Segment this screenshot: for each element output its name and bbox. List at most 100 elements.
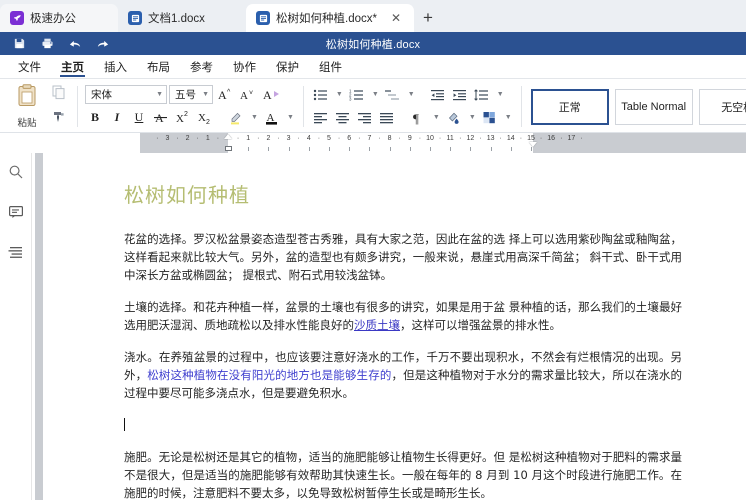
paragraph-group: ▼ 123 ▼ ▼ ▼ ¶ ▼ ▼ ▼ bbox=[307, 81, 518, 132]
show-marks-control[interactable]: ¶ ▼ bbox=[408, 108, 442, 127]
ruler-bottom-tick bbox=[409, 147, 411, 151]
multilevel-list-control[interactable]: ▼ bbox=[383, 85, 417, 104]
bullets-control[interactable]: ▼ bbox=[311, 85, 345, 104]
menu-item-protect[interactable]: 保护 bbox=[266, 55, 309, 78]
bold-button[interactable]: B bbox=[85, 108, 105, 127]
caret-paragraph[interactable] bbox=[124, 416, 682, 434]
chevron-down-icon[interactable]: ▼ bbox=[503, 114, 514, 121]
vertical-ruler[interactable] bbox=[32, 153, 46, 500]
highlight-color-control[interactable]: ▼ bbox=[226, 108, 260, 127]
svg-text:˅: ˅ bbox=[249, 90, 253, 97]
svg-text:3: 3 bbox=[349, 96, 352, 101]
font-size-combo[interactable]: 五号 ▼ bbox=[169, 85, 213, 104]
font-name-combo[interactable]: 宋体 ▼ bbox=[85, 85, 167, 104]
menu-item-layout[interactable]: 布局 bbox=[137, 55, 180, 78]
chevron-down-icon[interactable]: ▼ bbox=[285, 114, 296, 121]
menu-item-components[interactable]: 组件 bbox=[309, 55, 352, 78]
ruler-tick-label: 4 bbox=[306, 135, 311, 142]
ruler-bottom-tick bbox=[349, 147, 351, 151]
clear-formatting-button[interactable]: A bbox=[259, 85, 285, 104]
sidebar-item-search[interactable] bbox=[5, 163, 27, 185]
ruler-minor-tick: · bbox=[519, 135, 523, 142]
paste-button[interactable]: 粘贴 bbox=[8, 81, 46, 129]
paragraph-4[interactable]: 施肥。无论是松树还是其它的植物，适当的施肥能够让植物生长得更好。但 是松树这种植… bbox=[124, 448, 682, 500]
paste-label: 粘贴 bbox=[17, 118, 37, 129]
subscript-button[interactable]: X2 bbox=[195, 108, 215, 127]
paragraph-1[interactable]: 花盆的选择。罗汉松盆景姿态造型苍古秀雅，具有大家之范，因此在盆的选 择上可以选用… bbox=[124, 230, 682, 284]
ruler-tick-label: 8 bbox=[387, 135, 392, 142]
pilcrow-icon: ¶ bbox=[408, 108, 428, 127]
horizontal-ruler-row: 3 2 1 1 2 3 4 5 6 7 8 9 10 11 12 13 14 15 16 17 · · · · · · · · · · · ·… bbox=[0, 133, 746, 153]
menu-item-home[interactable]: 主页 bbox=[51, 55, 94, 78]
font-color-control[interactable]: A ▼ bbox=[262, 108, 296, 127]
text-cursor bbox=[124, 418, 125, 431]
menu-item-insert[interactable]: 插入 bbox=[94, 55, 137, 78]
horizontal-ruler[interactable]: 3 2 1 1 2 3 4 5 6 7 8 9 10 11 12 13 14 15 16 17 · · · · · · · · · · · ·… bbox=[140, 133, 746, 153]
document-page[interactable]: 松树如何种植 花盆的选择。罗汉松盆景姿态造型苍古秀雅，具有大家之范，因此在盆的选… bbox=[46, 153, 746, 500]
left-indent-marker[interactable] bbox=[224, 146, 232, 151]
style-table-normal[interactable]: Table Normal bbox=[614, 88, 693, 125]
right-indent-marker[interactable] bbox=[529, 142, 538, 147]
paragraph-2[interactable]: 土壤的选择。和花卉种植一样，盆景的土壤也有很多的讲究，如果是用于盆 景种植的话，… bbox=[124, 298, 682, 334]
tab-document-1[interactable]: 文档1.docx bbox=[118, 4, 246, 32]
increase-indent-button[interactable] bbox=[450, 85, 470, 104]
underline-button[interactable]: U bbox=[129, 108, 149, 127]
tab-document-active[interactable]: 松树如何种植.docx* ✕ bbox=[246, 4, 414, 32]
decrease-indent-button[interactable] bbox=[428, 85, 448, 104]
paragraph-3[interactable]: 浇水。在养殖盆景的过程中，也应该要注意好浇水的工作，千万不要出现积水，不然会有烂… bbox=[124, 348, 682, 402]
superscript-button[interactable]: X2 bbox=[173, 108, 193, 127]
chevron-down-icon[interactable]: ▼ bbox=[467, 114, 478, 121]
ruler-minor-tick: · bbox=[156, 135, 159, 142]
chevron-down-icon[interactable]: ▼ bbox=[495, 91, 506, 98]
line-spacing-icon bbox=[472, 85, 492, 104]
style-normal[interactable]: 正常 bbox=[530, 88, 609, 125]
save-button[interactable] bbox=[6, 33, 32, 54]
format-painter-button[interactable] bbox=[48, 109, 70, 129]
ribbon-toolbar: 粘贴 宋体 ▼ 五号 ▼ A ^ A ˅ A B I U A X 2 X 2 ▼… bbox=[0, 79, 746, 133]
italic-button[interactable]: I bbox=[107, 108, 127, 127]
text-run: ，这样可以增强盆景的排水性。 bbox=[400, 318, 561, 332]
undo-button[interactable] bbox=[62, 33, 88, 54]
tab-label: 文档1.docx bbox=[148, 13, 205, 25]
borders-control[interactable]: ▼ bbox=[480, 108, 514, 127]
menu-item-file[interactable]: 文件 bbox=[8, 55, 51, 78]
ruler-bottom-tick bbox=[450, 147, 452, 151]
style-no-spacing[interactable]: 无空格 bbox=[698, 88, 746, 125]
align-justify-button[interactable] bbox=[377, 108, 397, 127]
redo-button[interactable] bbox=[90, 33, 116, 54]
align-center-button[interactable] bbox=[333, 108, 353, 127]
left-sidebar bbox=[0, 153, 32, 500]
hyperlink-sandy-soil[interactable]: 沙质土壤 bbox=[354, 318, 400, 332]
numbered-list-icon: 123 bbox=[347, 85, 367, 104]
document-canvas[interactable]: 松树如何种植 花盆的选择。罗汉松盆景姿态造型苍古秀雅，具有大家之范，因此在盆的选… bbox=[46, 153, 746, 500]
align-right-button[interactable] bbox=[355, 108, 375, 127]
line-spacing-control[interactable]: ▼ bbox=[472, 85, 506, 104]
copy-button[interactable] bbox=[48, 85, 70, 105]
ruler-minor-tick: · bbox=[539, 135, 543, 142]
tab-app-home[interactable]: 极速办公 bbox=[0, 4, 118, 32]
ruler-tick-label: 16 bbox=[547, 135, 556, 142]
ruler-tick-label: 2 bbox=[185, 135, 190, 142]
close-icon[interactable]: ✕ bbox=[388, 10, 404, 26]
sidebar-item-outline[interactable] bbox=[5, 243, 27, 265]
ruler-bottom-tick bbox=[389, 147, 391, 151]
chevron-down-icon[interactable]: ▼ bbox=[334, 91, 345, 98]
chevron-down-icon[interactable]: ▼ bbox=[370, 91, 381, 98]
ruler-tick-label: 13 bbox=[486, 135, 495, 142]
numbering-control[interactable]: 123 ▼ bbox=[347, 85, 381, 104]
new-tab-button[interactable]: + bbox=[414, 4, 442, 32]
menu-item-collaborate[interactable]: 协作 bbox=[223, 55, 266, 78]
ruler-minor-tick: · bbox=[580, 135, 583, 142]
chevron-down-icon[interactable]: ▼ bbox=[431, 114, 442, 121]
sidebar-item-comment[interactable] bbox=[5, 203, 27, 225]
print-button[interactable] bbox=[34, 33, 60, 54]
grow-font-button[interactable]: A ^ bbox=[215, 85, 235, 104]
shrink-font-button[interactable]: A ˅ bbox=[237, 85, 257, 104]
menu-item-references[interactable]: 参考 bbox=[180, 55, 223, 78]
first-line-indent-marker[interactable] bbox=[224, 134, 232, 139]
align-left-button[interactable] bbox=[311, 108, 331, 127]
strikethrough-button[interactable]: A bbox=[151, 108, 171, 127]
chevron-down-icon[interactable]: ▼ bbox=[406, 91, 417, 98]
shading-control[interactable]: ▼ bbox=[444, 108, 478, 127]
chevron-down-icon[interactable]: ▼ bbox=[249, 114, 260, 121]
